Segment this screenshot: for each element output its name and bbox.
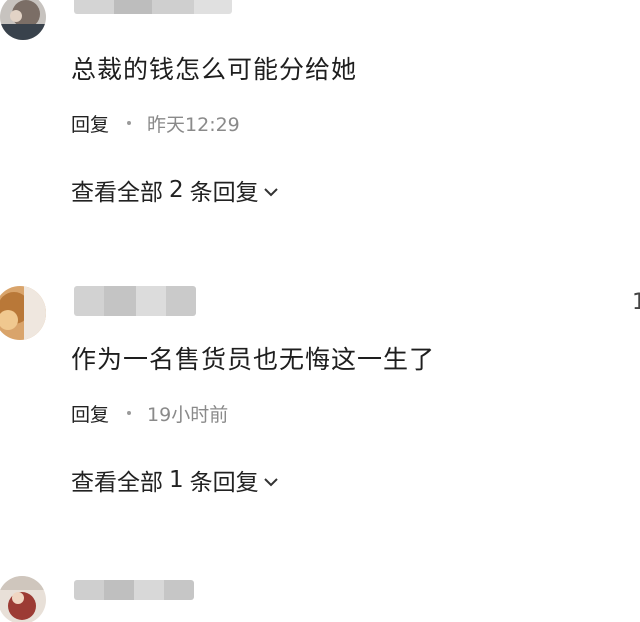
comment-list: 总裁的钱怎么可能分给她 回复 昨天12:29 查看全部 2 条回复 1 作为一名… (0, 0, 640, 622)
view-all-suffix: 条回复 (189, 470, 259, 496)
comment-text: 总裁的钱怎么可能分给她 (71, 55, 358, 84)
comment-text: 作为一名售货员也无悔这一生了 (71, 345, 436, 374)
username-blurred[interactable] (74, 286, 196, 316)
avatar[interactable] (0, 576, 46, 622)
reply-count: 1 (169, 467, 184, 493)
reply-count: 2 (169, 177, 184, 203)
view-all-replies-button[interactable]: 查看全部 2 条回复 (71, 174, 279, 206)
reply-button[interactable]: 回复 (71, 110, 109, 137)
reply-button[interactable]: 回复 (71, 400, 109, 427)
username-blurred[interactable] (74, 0, 232, 14)
chevron-down-icon (263, 468, 279, 494)
chevron-down-icon (263, 178, 279, 204)
avatar[interactable] (0, 286, 46, 340)
username-blurred[interactable] (74, 580, 194, 600)
like-count[interactable]: 1 (632, 290, 640, 315)
view-all-prefix: 查看全部 (71, 180, 163, 206)
separator-dot (127, 121, 132, 125)
view-all-prefix: 查看全部 (71, 470, 163, 496)
comment-time: 19小时前 (147, 403, 229, 426)
comment-meta: 回复 19小时前 (71, 399, 228, 427)
comment-time: 昨天12:29 (147, 113, 240, 136)
view-all-replies-button[interactable]: 查看全部 1 条回复 (71, 464, 279, 496)
avatar[interactable] (0, 0, 46, 40)
separator-dot (127, 411, 132, 415)
view-all-suffix: 条回复 (189, 180, 259, 206)
comment-meta: 回复 昨天12:29 (71, 109, 240, 137)
